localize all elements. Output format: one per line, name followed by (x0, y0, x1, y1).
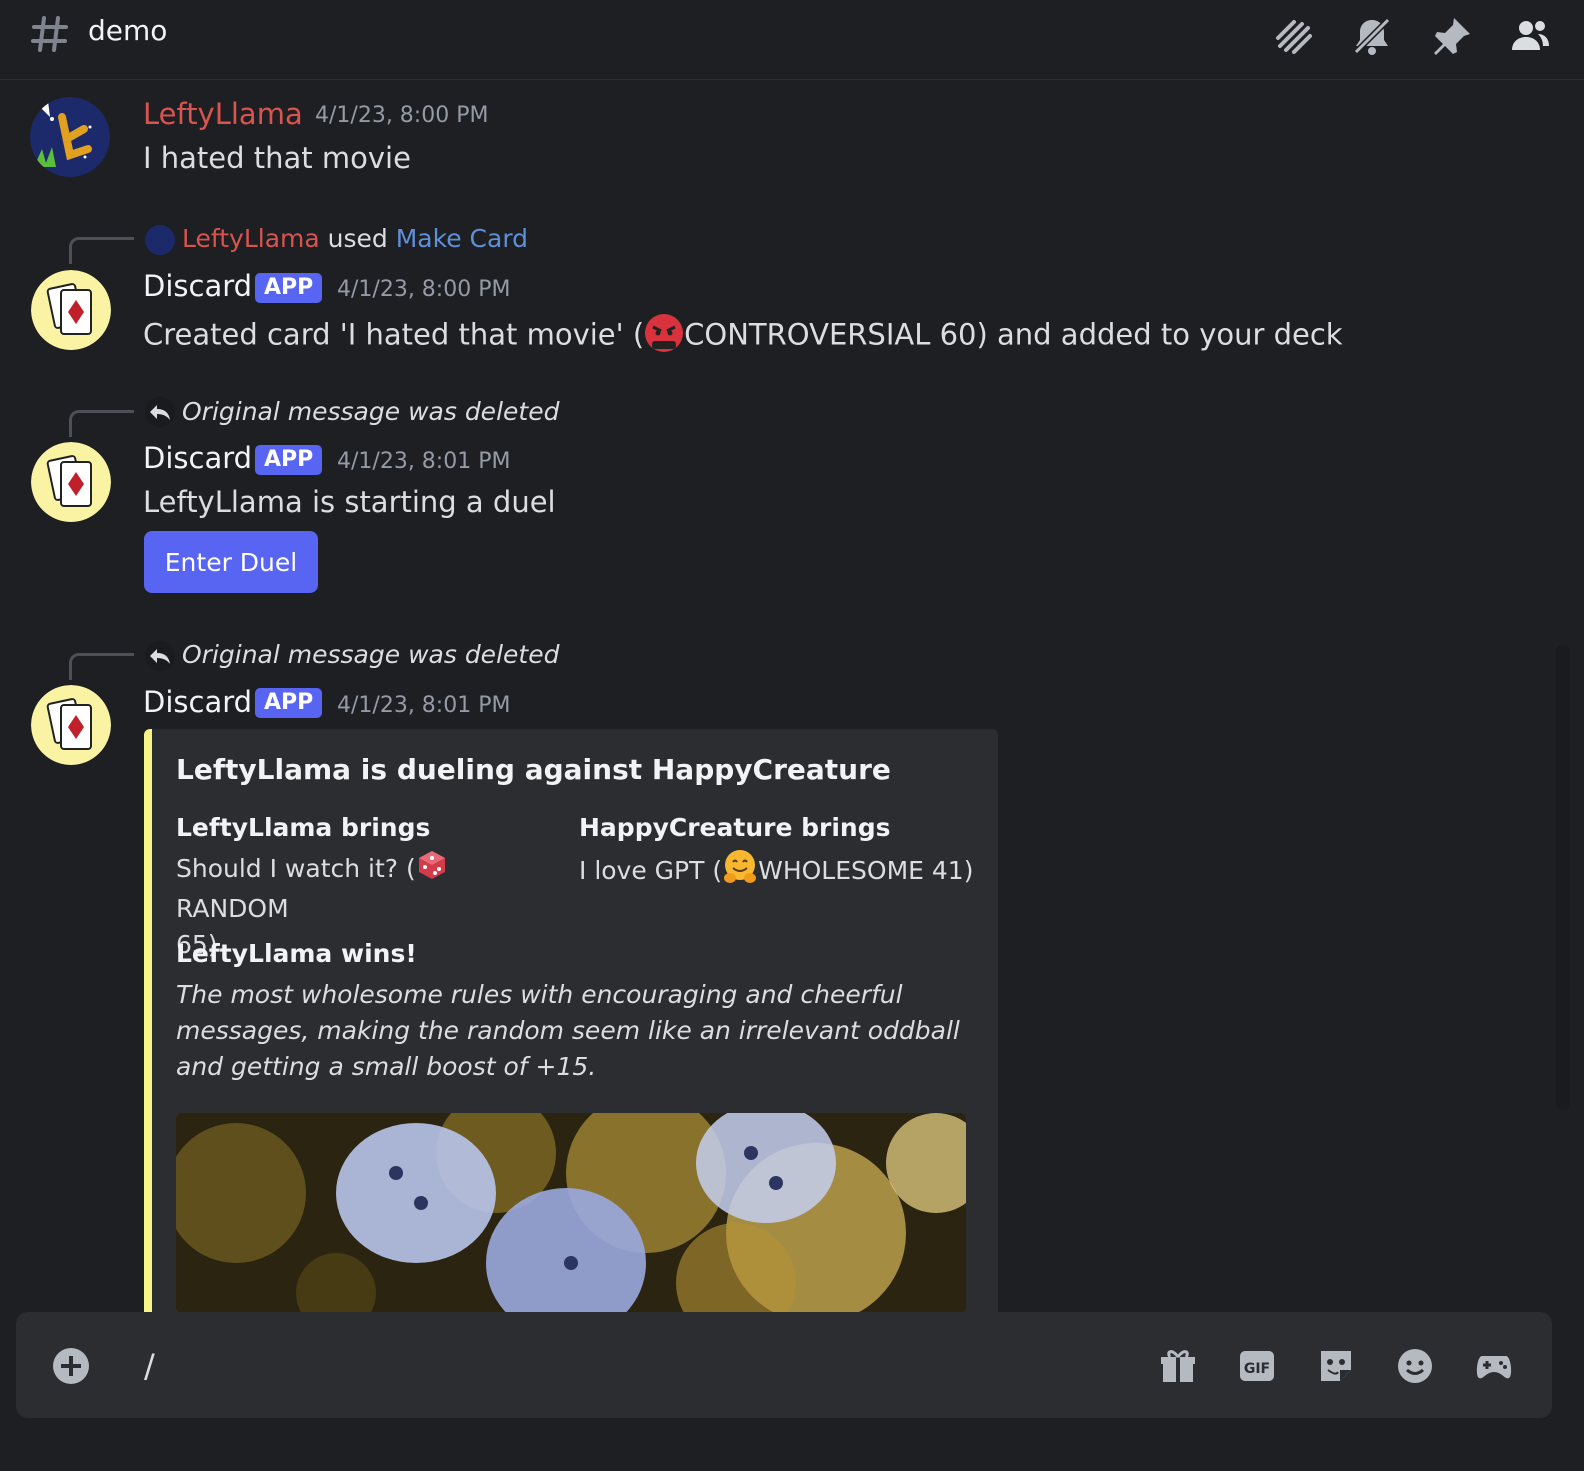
reply-arrow-icon (145, 641, 175, 671)
message-timestamp: 4/1/23, 8:00 PM (315, 103, 489, 128)
command-name[interactable]: Make Card (396, 224, 528, 253)
add-attachment-icon[interactable] (51, 1346, 91, 1386)
message-author[interactable]: Discard (143, 685, 252, 719)
sticker-icon[interactable] (1316, 1346, 1356, 1386)
message-author[interactable]: Discard (143, 441, 252, 475)
message-text-end: CONTROVERSIAL 60) and added to your deck (684, 317, 1343, 352)
dice-emoji-icon (416, 849, 448, 891)
message-input[interactable] (142, 1338, 1046, 1394)
reply-username[interactable]: LeftyLlama (182, 224, 320, 253)
app-badge: APP (255, 688, 323, 718)
message-content: I hated that movie (143, 141, 411, 175)
message-timestamp: 4/1/23, 8:01 PM (337, 693, 511, 718)
notification-muted-icon[interactable] (1350, 14, 1394, 58)
hashtag-icon (30, 12, 70, 56)
app-badge: APP (255, 273, 323, 303)
embed-field-name: HappyCreature brings (579, 813, 891, 842)
bot-avatar[interactable] (31, 442, 111, 522)
embed-image-dice[interactable] (176, 1113, 966, 1313)
gif-icon[interactable]: GIF (1237, 1346, 1277, 1386)
message-content: Created card 'I hated that movie' ( CONTR… (143, 313, 1343, 360)
message-author[interactable]: Discard (143, 269, 252, 303)
reply-connector (69, 410, 134, 437)
enter-duel-button[interactable]: Enter Duel (144, 531, 318, 593)
hugging-face-emoji-icon (722, 849, 758, 895)
reply-preview[interactable]: LeftyLlama used Make Card (182, 224, 528, 253)
message-content: LeftyLlama is starting a duel (143, 485, 556, 519)
threads-icon[interactable] (1272, 14, 1316, 58)
message-text-start: Created card 'I hated that movie' ( (143, 317, 645, 352)
reply-arrow-icon (145, 397, 175, 427)
channel-name: demo (88, 14, 168, 47)
channel-header: demo (0, 0, 1584, 80)
activities-gamepad-icon[interactable] (1474, 1346, 1514, 1386)
angry-face-emoji-icon (644, 313, 684, 360)
app-badge: APP (255, 445, 323, 475)
embed-field-value: I love GPT (WHOLESOME 41) (579, 849, 979, 895)
embed-description: The most wholesome rules with encouragin… (176, 980, 960, 1081)
message-timestamp: 4/1/23, 8:00 PM (337, 277, 511, 302)
message-timestamp: 4/1/23, 8:01 PM (337, 449, 511, 474)
message-composer: GIF (16, 1312, 1552, 1418)
embed-result: LeftyLlama wins! (176, 939, 417, 968)
message-author[interactable]: LeftyLlama (143, 97, 303, 131)
reply-avatar[interactable] (145, 225, 175, 255)
emoji-icon[interactable] (1395, 1346, 1435, 1386)
reply-used-text: used (327, 224, 388, 253)
reply-deleted-text[interactable]: Original message was deleted (182, 640, 559, 669)
embed-title: LeftyLlama is dueling against HappyCreat… (176, 753, 891, 786)
avatar[interactable] (30, 97, 110, 177)
bot-avatar[interactable] (31, 270, 111, 350)
svg-text:GIF: GIF (1244, 1361, 1270, 1377)
scrollbar[interactable] (1556, 645, 1570, 1110)
reply-deleted-text[interactable]: Original message was deleted (182, 397, 559, 426)
reply-connector (69, 237, 134, 264)
gift-icon[interactable] (1158, 1346, 1198, 1386)
message-list[interactable]: LeftyLlama 4/1/23, 8:00 PM I hated that … (0, 81, 1584, 1313)
embed-field-name: LeftyLlama brings (176, 813, 431, 842)
member-list-icon[interactable] (1508, 14, 1552, 58)
duel-embed: LeftyLlama is dueling against HappyCreat… (144, 729, 998, 1313)
bot-avatar[interactable] (31, 685, 111, 765)
pin-icon[interactable] (1430, 14, 1474, 58)
reply-connector (69, 653, 134, 680)
